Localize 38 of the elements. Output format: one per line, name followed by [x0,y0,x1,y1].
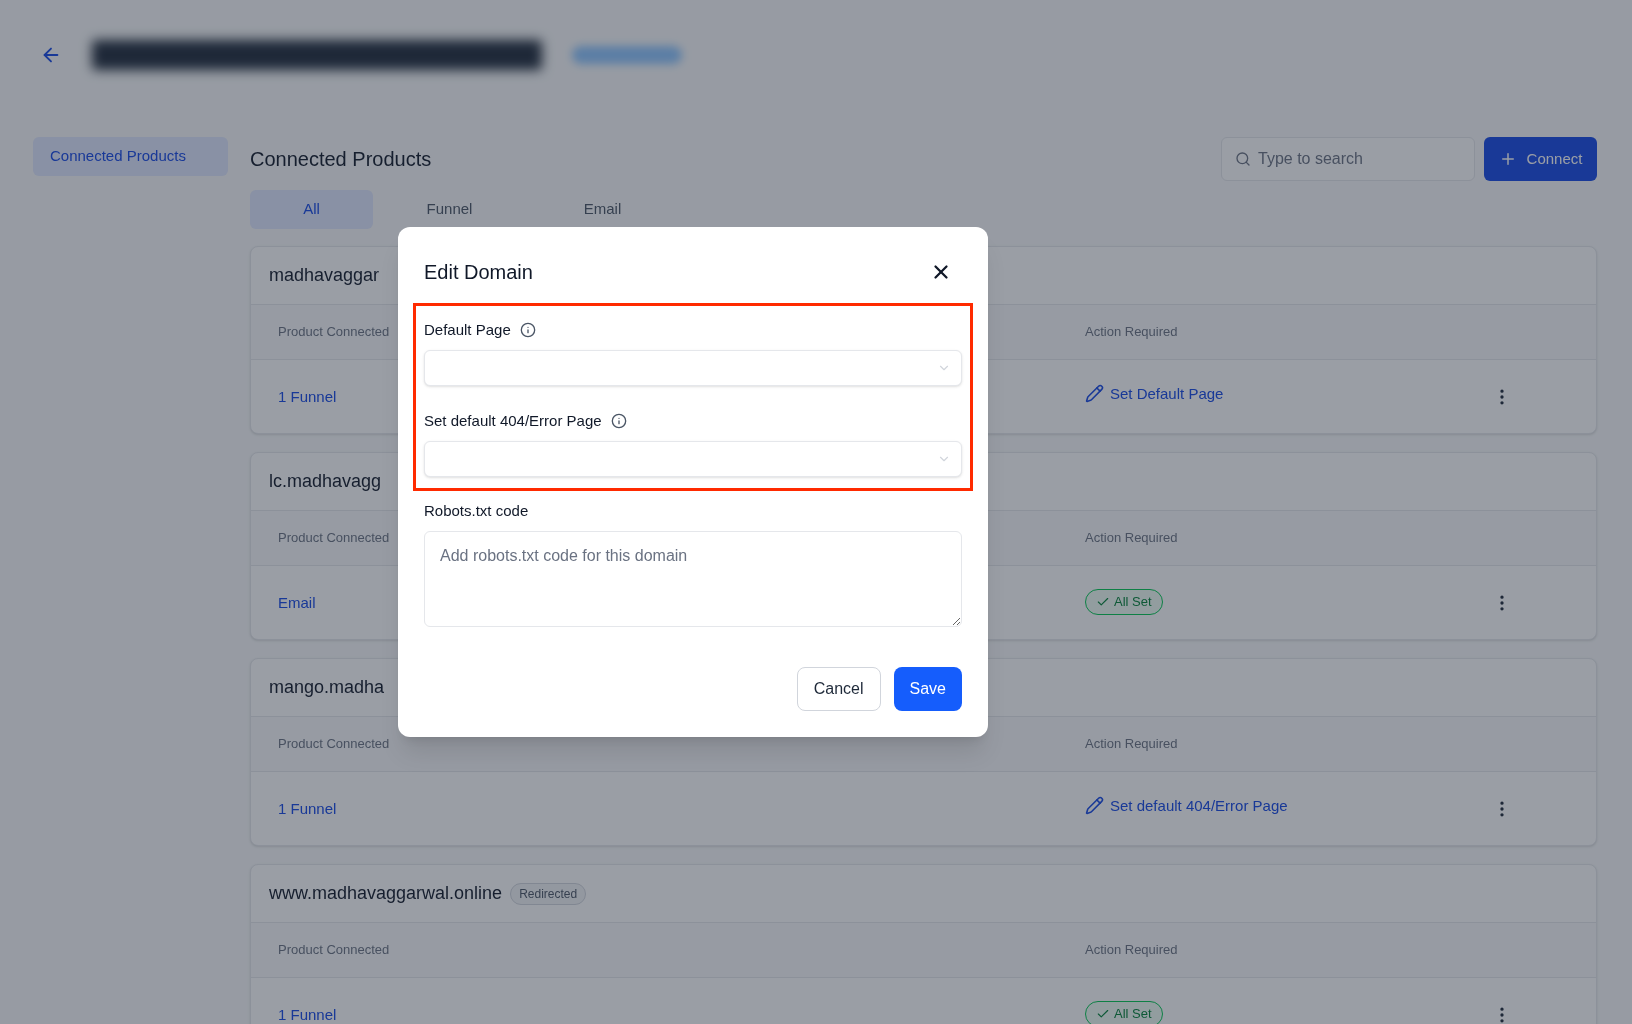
dialog-title: Edit Domain [424,260,533,285]
action-link[interactable]: Set Default Page [1085,382,1224,406]
product-link[interactable]: Email [278,593,316,611]
product-link[interactable]: 1 Funnel [278,1005,337,1023]
sidebar-item[interactable]: Connected Products [33,137,228,176]
status-pill: All Set [1085,1001,1163,1024]
product-link[interactable]: 1 Funnel [278,799,337,817]
filter-tab[interactable]: All [250,190,373,229]
column-header: Action Required [1085,941,1178,960]
pencil-icon [1085,384,1104,404]
domain-name: www.madhavaggarwal.online [269,882,503,905]
domain-name: mango.madha [269,676,385,699]
section-title: Connected Products [250,147,433,172]
robots-text-field[interactable]: Add robots.txt code for this domain [424,531,962,627]
save-button[interactable]: Save [893,667,962,711]
domain-name: madhavaggar [269,264,380,287]
column-header: Product Connected [278,324,390,340]
field-label: Set default 404/Error Page [424,410,602,431]
column-header: Product Connected [278,530,390,546]
connect-button[interactable]: Connect [1484,137,1597,181]
field-label: Robots.txt code [424,500,529,521]
column-header: Action Required [1085,323,1178,342]
search-field[interactable]: Type to search [1221,137,1475,181]
status-badge: Redirected [510,882,587,905]
cancel-button[interactable]: Cancel [796,667,881,711]
column-header: Product Connected [278,736,390,752]
status-pill: All Set [1085,589,1163,615]
column-header: Action Required [1085,735,1178,754]
action-link[interactable]: Set default 404/Error Page [1085,794,1288,818]
column-header: Product Connected [278,942,390,958]
column-header: Action Required [1085,529,1178,548]
domain-name: lc.madhavagg [269,470,382,493]
filter-tab[interactable]: Email [526,190,679,229]
search-icon [1235,151,1251,167]
pencil-icon [1085,796,1104,816]
filter-tab[interactable]: Funnel [373,190,526,229]
product-link[interactable]: 1 Funnel [278,387,337,405]
field-label: Default Page [424,319,511,340]
